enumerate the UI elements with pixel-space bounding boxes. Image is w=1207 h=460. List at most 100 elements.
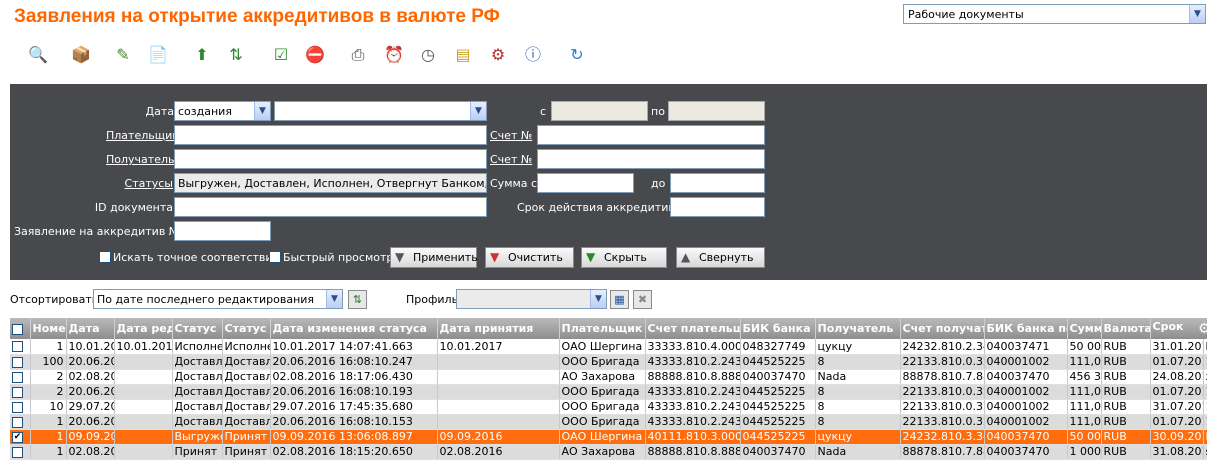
view-icon[interactable]: 🔍 [27,42,49,68]
row-checkbox[interactable]: ✔ [12,431,23,443]
period-select[interactable]: ▼ [274,101,487,121]
row-checkbox[interactable] [12,386,23,398]
stop-icon[interactable]: ⛔ [304,42,326,68]
validity-input[interactable] [670,197,765,217]
sign-icon[interactable]: ✎ [112,42,134,68]
row-checkbox-cell[interactable] [10,444,31,460]
statuses-input[interactable]: Выгружен, Доставлен, Исполнен, Отвергнут… [174,173,487,193]
table-row[interactable]: 1029.07.20ДоставленДоставлен29.07.2016 1… [10,399,1207,415]
save-profile-icon[interactable]: ▦ [610,290,629,309]
table-cell: RUB [1101,339,1151,355]
export-icon[interactable]: ⬆ [191,42,213,68]
row-checkbox-cell[interactable] [10,339,31,355]
sum-to-input[interactable] [670,173,765,193]
search-doc-icon[interactable]: ⚙ [487,42,509,68]
row-checkbox-cell[interactable]: ✔ [10,429,31,445]
payer-input[interactable] [174,125,487,145]
import-icon[interactable]: ⇅ [225,42,247,68]
copy-icon[interactable]: 📄 [147,42,169,68]
from-date-input[interactable] [551,101,648,121]
to-date-input[interactable] [668,101,765,121]
schedule-icon[interactable]: ⏰ [383,42,405,68]
column-header[interactable]: Плательщик [559,318,646,339]
quick-view-checkbox[interactable] [269,251,281,263]
row-checkbox-cell[interactable] [10,384,31,400]
chevron-down-icon[interactable]: ▼ [590,290,606,308]
table-cell [437,384,560,400]
payer-account-link[interactable]: Счет № [490,129,532,142]
column-header[interactable]: Дата [66,318,115,339]
column-header[interactable]: Счет плательщика [645,318,741,339]
table-row[interactable]: 220.06.20ДоставленДоставлен20.06.2016 16… [10,384,1207,400]
document-filter-select[interactable]: Рабочие документы ▼ [903,4,1206,24]
application-number-input[interactable] [174,221,271,241]
recipient-account-input[interactable] [537,149,765,169]
send-icon[interactable]: 📦 [70,42,92,68]
row-checkbox-cell[interactable] [10,369,31,385]
table-row[interactable]: ✔ 109.09.20 ВыгруженПринят09.09.2016 13:06… [10,429,1207,445]
table-row[interactable]: 202.08.20ДоставленДоставлен02.08.2016 18… [10,369,1207,385]
recipient-link[interactable]: Получатель [106,153,174,166]
hide-button[interactable]: ▼ Скрыть [581,247,667,268]
column-header[interactable]: Получатель [815,318,901,339]
recipient-input[interactable] [174,149,487,169]
column-header[interactable]: Счет получателя [900,318,985,339]
history-icon[interactable]: ◷ [417,42,439,68]
column-header[interactable]: Номер [30,318,67,339]
payer-link[interactable]: Плательщик [106,129,179,142]
chevron-down-icon[interactable]: ▼ [254,102,270,120]
settings-gear-icon[interactable]: ⚙ [1198,320,1207,338]
date-type-select[interactable]: создания ▼ [174,101,271,121]
table-cell [114,429,173,445]
column-header[interactable]: Валюта [1101,318,1151,339]
row-checkbox-cell[interactable] [10,354,31,370]
table-row[interactable]: 1 02.08.20 Принят Принят 02.08.2016 18:15:20… [10,444,1207,460]
row-checkbox[interactable] [12,446,23,458]
column-header[interactable]: Статус [172,318,223,339]
delete-profile-icon[interactable]: ✖ [633,290,652,309]
table-row[interactable]: 110.01.201710.01.2017ИсполненИсполнен10.… [10,339,1207,355]
report-icon[interactable]: ▤ [452,42,474,68]
sum-from-input[interactable] [537,173,634,193]
info-icon[interactable]: ⓘ [522,42,544,68]
column-header[interactable]: БИК банка получателя [984,318,1068,339]
column-header[interactable]: Дата ред. [114,318,173,339]
clear-button[interactable]: ▼ Очистить [485,247,574,268]
sort-direction-icon[interactable]: ⇅ [348,290,367,309]
payer-account-input[interactable] [537,125,765,145]
sort-select[interactable]: По дате последнего редактирования ▼ [93,289,343,309]
row-checkbox[interactable] [12,356,23,368]
row-checkbox-cell[interactable] [10,399,31,415]
chevron-down-icon[interactable]: ▼ [326,290,342,308]
column-header[interactable]: Дата принятия [437,318,560,339]
table-cell: 040001002 [984,354,1068,370]
check-icon[interactable]: ☑ [270,42,292,68]
doc-id-input[interactable] [174,197,487,217]
column-header[interactable]: Статус [222,318,271,339]
table-cell: RUB [1101,369,1151,385]
table-row[interactable]: 10020.06.20ДоставленДоставлен20.06.2016 … [10,354,1207,370]
exact-match-checkbox[interactable] [99,251,111,263]
print-icon[interactable]: ⎙ [347,42,369,68]
apply-button[interactable]: ▼ Применить [390,247,478,268]
select-all-checkbox[interactable] [10,318,31,339]
statuses-link[interactable]: Статусы [106,177,173,190]
table-cell: 11 [1203,354,1207,370]
row-checkbox-cell[interactable] [10,414,31,430]
chevron-down-icon[interactable]: ▼ [470,102,486,120]
row-checkbox[interactable] [12,416,23,428]
row-checkbox[interactable] [12,401,23,413]
row-checkbox[interactable] [12,341,23,353]
column-header[interactable]: Сумма [1067,318,1102,339]
collapse-button[interactable]: ▲ Свернуть [676,247,765,268]
table-row[interactable]: 120.06.20ДоставленДоставлен20.06.2016 16… [10,414,1207,430]
column-header[interactable]: БИК банка плательщика [740,318,816,339]
column-header[interactable]: ⚙Срок [1150,318,1207,339]
chevron-down-icon[interactable]: ▼ [1189,5,1205,23]
row-checkbox[interactable] [12,371,23,383]
recipient-account-link[interactable]: Счет № [490,153,532,166]
profile-select[interactable]: ▼ [456,289,607,309]
refresh-icon[interactable]: ↻ [566,42,588,68]
column-header[interactable]: Дата изменения статуса [270,318,438,339]
table-cell [114,399,173,415]
